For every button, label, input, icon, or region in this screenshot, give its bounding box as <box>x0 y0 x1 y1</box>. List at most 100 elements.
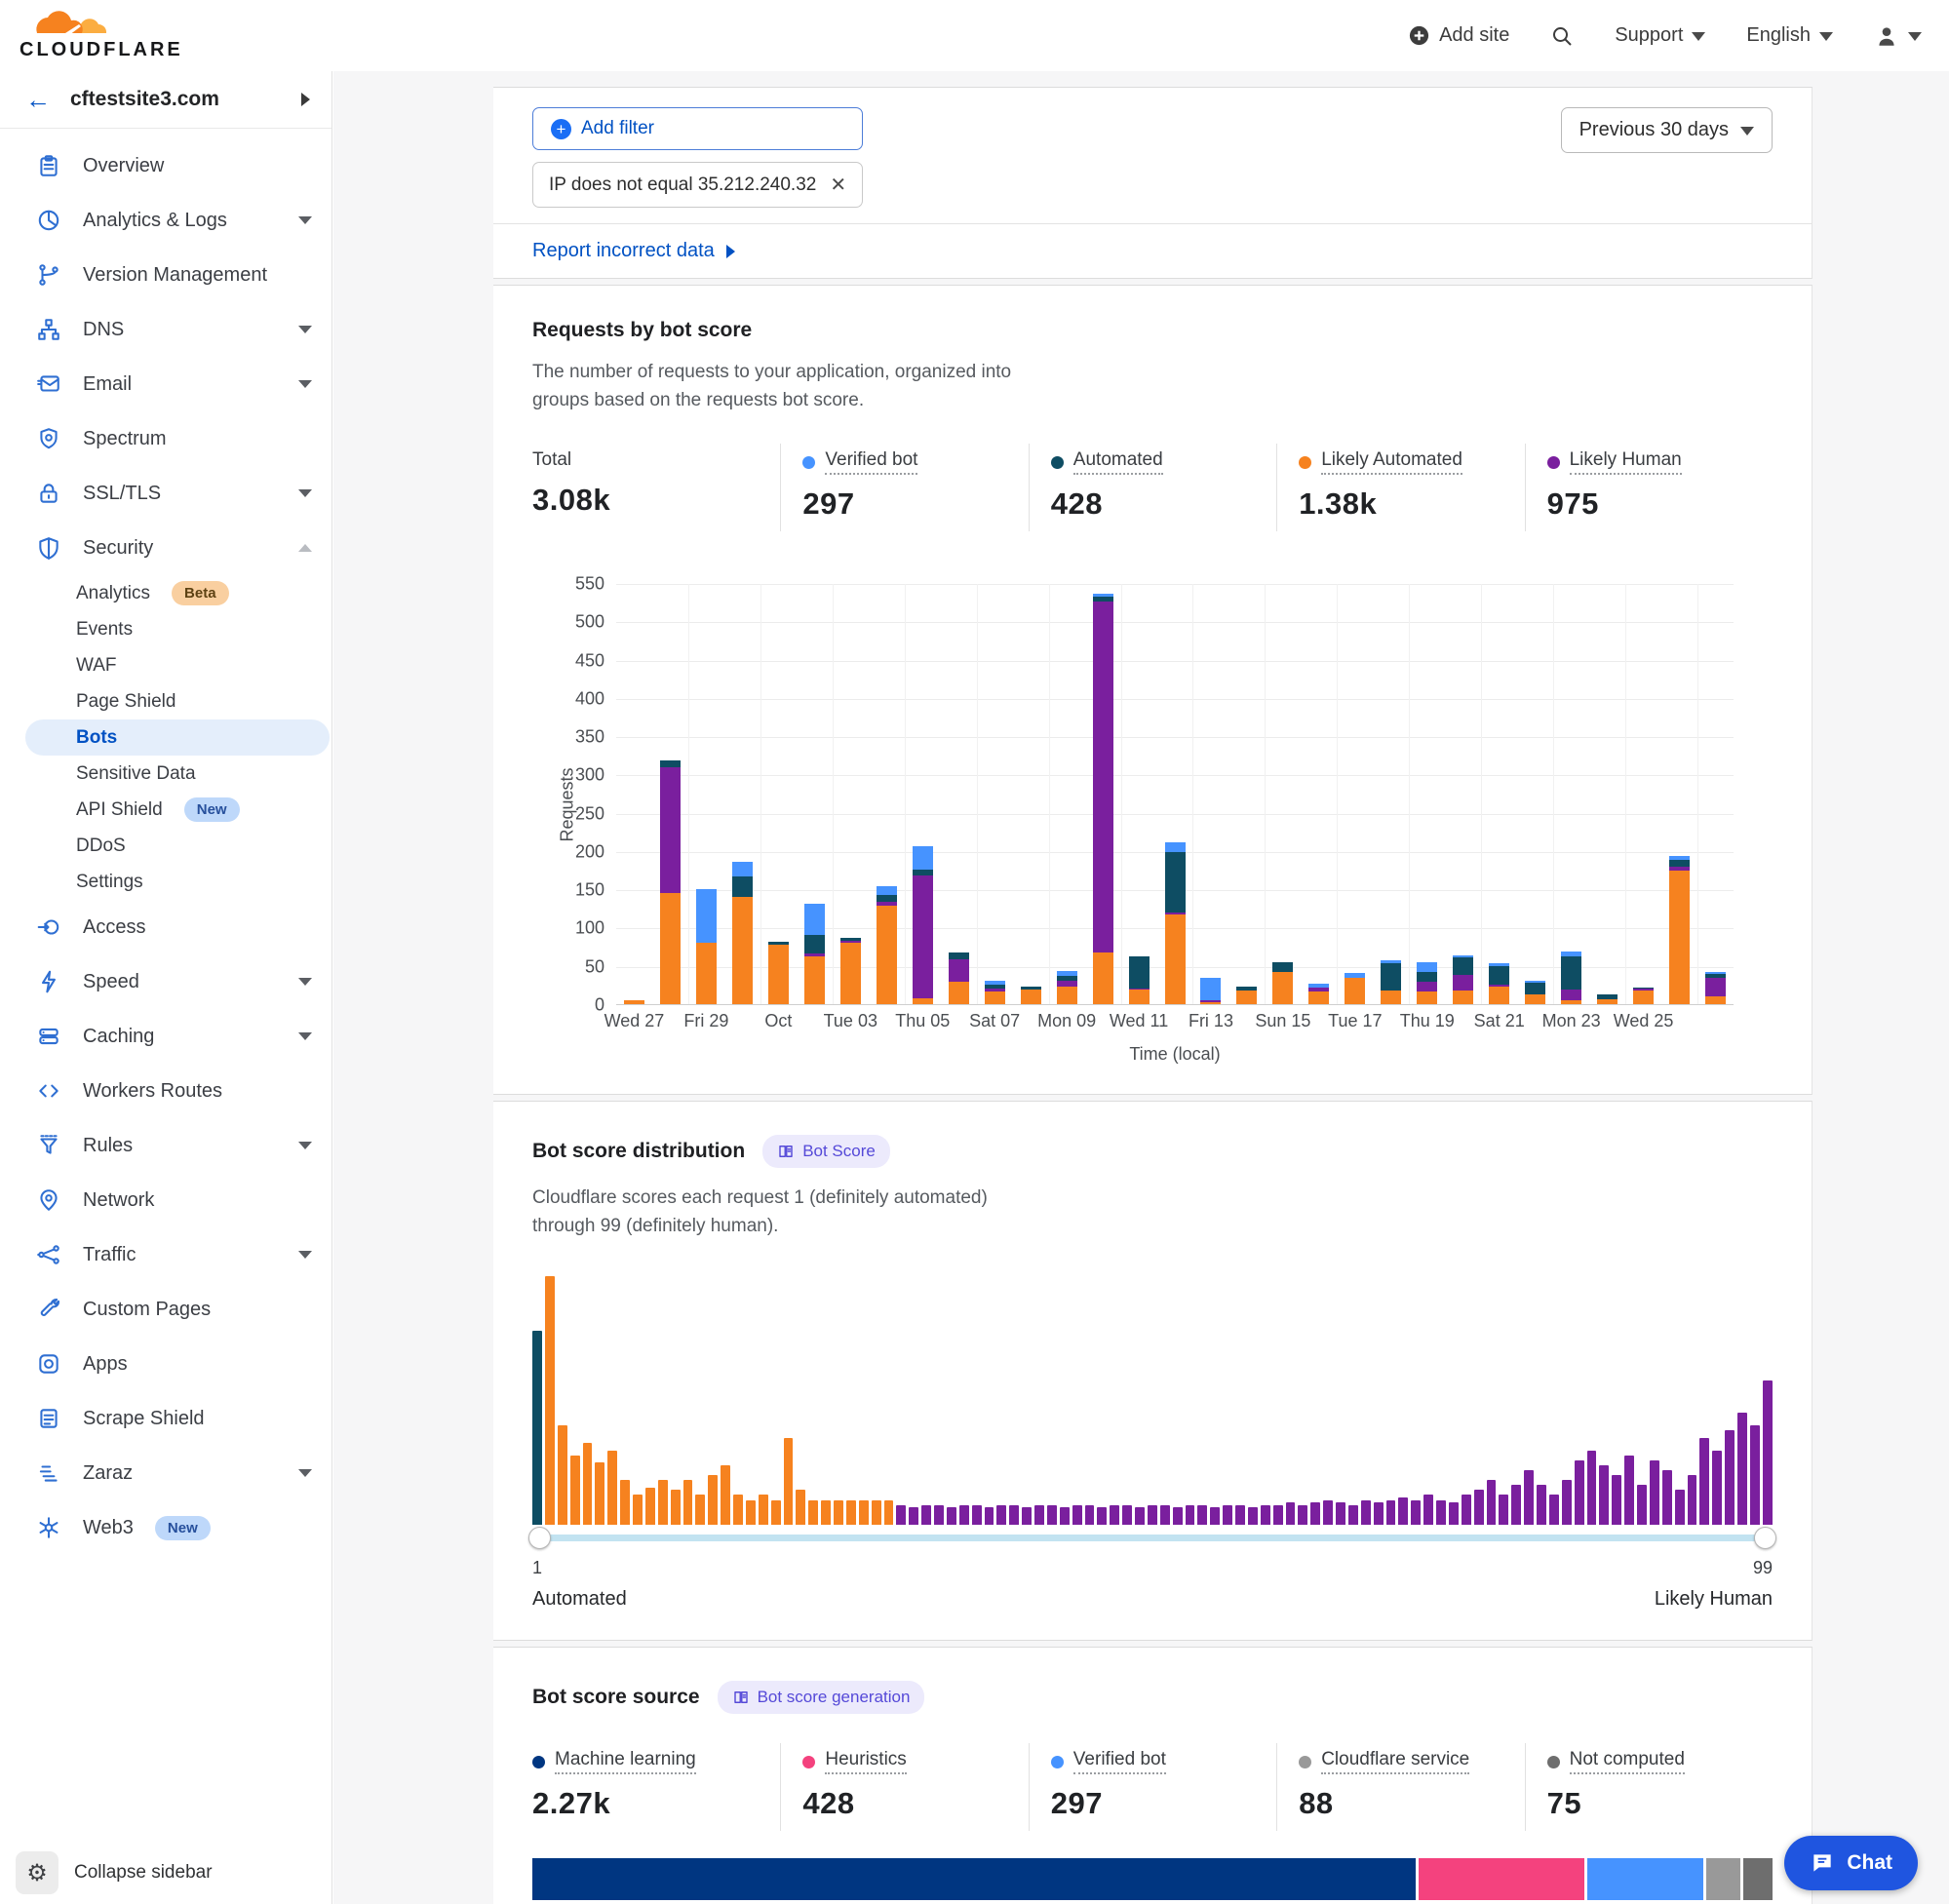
histogram-bar <box>695 1495 705 1525</box>
sidebar-item-scrape-shield[interactable]: Scrape Shield <box>0 1391 331 1446</box>
stat-label[interactable]: Likely Automated <box>1299 449 1462 475</box>
histogram-bar <box>834 1500 843 1526</box>
x-tick-label: Oct <box>764 1011 792 1031</box>
stat-label[interactable]: Not computed <box>1547 1749 1685 1774</box>
sidebar-item-ssl-tls[interactable]: SSL/TLS <box>0 466 331 521</box>
cloudflare-logo[interactable]: CLOUDFLARE <box>19 10 183 61</box>
sidebar-item-analytics-logs[interactable]: Analytics & Logs <box>0 193 331 248</box>
histogram-bar <box>1160 1505 1170 1525</box>
add-filter-button[interactable]: + Add filter <box>532 107 863 150</box>
sidebar-item-api-shield[interactable]: API ShieldNew <box>0 792 331 828</box>
sidebar-item-bots[interactable]: Bots <box>25 719 330 756</box>
sidebar-item-sensitive-data[interactable]: Sensitive Data <box>0 756 331 792</box>
book-icon <box>732 1689 750 1706</box>
sidebar-item-waf[interactable]: WAF <box>0 647 331 683</box>
slider-handle-min[interactable] <box>528 1527 551 1549</box>
bar-segment-likely-automated <box>1200 1002 1221 1004</box>
sidebar-item-access[interactable]: Access <box>0 900 331 954</box>
bar-segment-verified-bot <box>696 889 717 943</box>
source-stats-row: Machine learning 2.27kHeuristics 428Veri… <box>532 1743 1773 1831</box>
bar-segment-automated <box>877 895 897 902</box>
chevron-down-icon <box>298 1032 312 1040</box>
histogram-bar <box>1699 1438 1709 1525</box>
sidebar-item-settings[interactable]: Settings <box>0 864 331 900</box>
x-tick-label: Tue 03 <box>824 1011 877 1031</box>
histogram-bar <box>1072 1505 1082 1525</box>
stat-value: 975 <box>1547 486 1773 522</box>
stat-likely-automated: Likely Automated 1.38k <box>1276 444 1524 531</box>
sidebar-item-events[interactable]: Events <box>0 611 331 647</box>
histogram-bar <box>1650 1460 1659 1525</box>
stat-label[interactable]: Automated <box>1051 449 1163 475</box>
search-button[interactable] <box>1550 24 1574 48</box>
sidebar-item-caching[interactable]: Caching <box>0 1009 331 1064</box>
report-incorrect-data-link[interactable]: Report incorrect data <box>532 240 715 262</box>
chevron-down-icon <box>298 978 312 986</box>
close-icon[interactable]: ✕ <box>830 173 846 197</box>
requests-chart: Requests 0501001502002503003504004505005… <box>532 584 1773 1005</box>
filter-chip[interactable]: IP does not equal 35.212.240.32 ✕ <box>532 162 863 208</box>
stacked-bar <box>1085 584 1121 1004</box>
stat-label[interactable]: Verified bot <box>1051 1749 1166 1774</box>
web3-icon <box>35 1515 61 1541</box>
sidebar-item-speed[interactable]: Speed <box>0 954 331 1009</box>
x-tick-label: Sat 21 <box>1474 1011 1525 1031</box>
back-arrow-icon[interactable]: ← <box>25 87 51 112</box>
add-site-button[interactable]: Add site <box>1408 24 1509 47</box>
histogram-bar <box>1398 1497 1408 1525</box>
source-card-title: Bot score source <box>532 1686 700 1709</box>
bar-segment-likely-automated <box>1308 991 1329 1004</box>
stat-label[interactable]: Likely Human <box>1547 449 1682 475</box>
sidebar-item-dns[interactable]: DNS <box>0 302 331 357</box>
site-selector-row: ← cftestsite3.com <box>0 71 331 129</box>
sidebar-item-security[interactable]: Security <box>0 521 331 575</box>
histogram-bar <box>1060 1507 1070 1525</box>
sidebar-item-version-management[interactable]: Version Management <box>0 248 331 302</box>
bot-score-badge[interactable]: Bot Score <box>762 1135 890 1168</box>
bot-score-generation-badge[interactable]: Bot score generation <box>718 1681 925 1714</box>
histogram-bar <box>909 1507 918 1525</box>
sidebar-item-custom-pages[interactable]: Custom Pages <box>0 1282 331 1337</box>
histogram-bar <box>1034 1505 1044 1525</box>
collapse-sidebar-label[interactable]: Collapse sidebar <box>74 1862 213 1884</box>
sidebar-item-overview[interactable]: Overview <box>0 138 331 193</box>
dns-icon <box>35 317 61 343</box>
date-range-select[interactable]: Previous 30 days <box>1561 107 1773 153</box>
sidebar-item-spectrum[interactable]: Spectrum <box>0 411 331 466</box>
sidebar-item-rules[interactable]: Rules <box>0 1118 331 1173</box>
sidebar-item-page-shield[interactable]: Page Shield <box>0 683 331 719</box>
sidebar-item-analytics[interactable]: AnalyticsBeta <box>0 575 331 611</box>
stat-label[interactable]: Machine learning <box>532 1749 696 1774</box>
sidebar-item-web3[interactable]: Web3New <box>0 1500 331 1555</box>
sidebar-item-email[interactable]: Email <box>0 357 331 411</box>
sidebar-item-network[interactable]: Network <box>0 1173 331 1227</box>
sidebar-item-zaraz[interactable]: Zaraz <box>0 1446 331 1500</box>
sidebar-item-ddos[interactable]: DDoS <box>0 828 331 864</box>
slider-track[interactable] <box>532 1535 1773 1541</box>
stat-label[interactable]: Heuristics <box>802 1749 906 1774</box>
chevron-down-icon <box>298 489 312 497</box>
stat-label[interactable]: Cloudflare service <box>1299 1749 1469 1774</box>
account-menu[interactable] <box>1874 23 1922 49</box>
language-menu[interactable]: English <box>1746 24 1833 47</box>
stat-label[interactable]: Verified bot <box>802 449 917 475</box>
sidebar-item-label: Workers Routes <box>83 1080 222 1103</box>
gear-icon[interactable]: ⚙ <box>16 1851 58 1894</box>
overview-icon <box>35 153 61 179</box>
chevron-down-icon <box>298 1251 312 1259</box>
bar-segment-likely-automated <box>1597 999 1618 1004</box>
bar-segment-verified-bot <box>877 886 897 895</box>
histogram-bar <box>1173 1507 1183 1525</box>
chat-button[interactable]: Chat <box>1784 1836 1918 1890</box>
slider-handle-max[interactable] <box>1754 1527 1776 1549</box>
bar-segment-verified-bot <box>1165 842 1186 852</box>
histogram-bar <box>1009 1505 1019 1525</box>
support-menu[interactable]: Support <box>1615 24 1705 47</box>
site-expand-icon[interactable] <box>301 93 310 106</box>
sidebar-item-workers-routes[interactable]: Workers Routes <box>0 1064 331 1118</box>
sidebar-item-label: DNS <box>83 319 124 341</box>
y-tick-label: 250 <box>575 803 604 824</box>
histogram-bar <box>1374 1502 1384 1525</box>
sidebar-item-apps[interactable]: Apps <box>0 1337 331 1391</box>
sidebar-item-traffic[interactable]: Traffic <box>0 1227 331 1282</box>
